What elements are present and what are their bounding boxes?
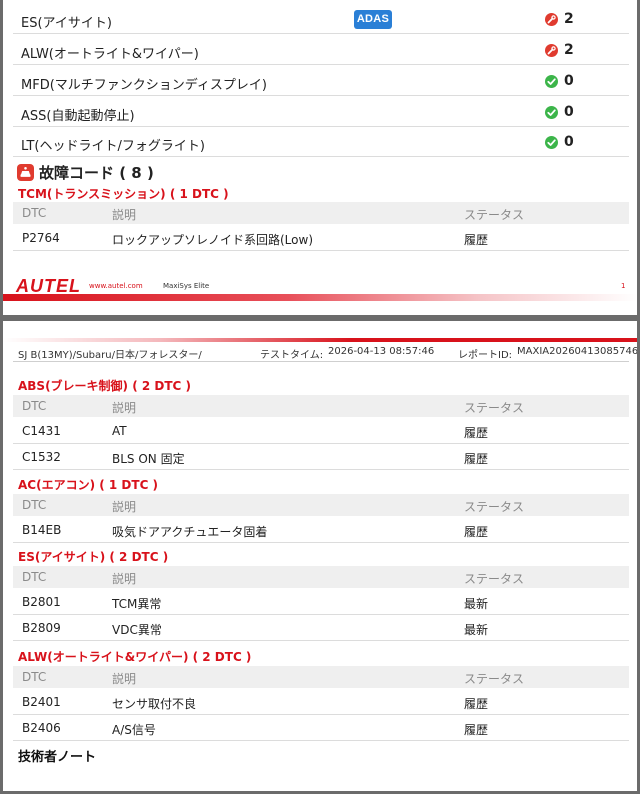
footer-model: MaxiSys Elite [163,282,210,290]
wrench-icon [545,13,558,26]
footer-band [3,294,637,301]
dtc-count: 2 [564,42,574,58]
dtc-code: B2406 [22,721,61,735]
dtc-description: VDC異常 [112,623,162,637]
dtc-code: P2764 [22,231,60,245]
dtc-count: 0 [564,73,574,89]
test-time-label: テストタイム: [260,350,324,361]
group-title-es: ES(アイサイト) ( 2 DTC ) [18,550,169,564]
dtc-code: C1532 [22,450,61,464]
dtc-description: TCM異常 [112,597,162,611]
col-description: 説明 [112,401,137,415]
col-status: ステータス [464,572,525,586]
report-id-label: レポートID: [458,350,513,361]
adas-badge: ADAS [354,10,392,29]
system-row-ass: ASS(自動起動停止) 0 [13,97,629,127]
system-name: MFD(マルチファンクションディスプレイ) [21,78,267,93]
check-icon [545,75,558,88]
wrench-icon [545,44,558,57]
table-row: P2764 ロックアップソレノイド系回路(Low) 履歴 [13,225,629,251]
col-dtc: DTC [22,570,47,584]
table-row: B2801 TCM異常 最新 [13,589,629,615]
technician-notes-title: 技術者ノート [18,750,97,765]
group-title-alw: ALW(オートライト&ワイパー) ( 2 DTC ) [18,650,252,664]
dtc-status: 履歴 [464,697,489,711]
vehicle-info: SJ B(13MY)/Subaru/日本/フォレスター/ [18,350,202,361]
dtc-status: 履歴 [464,233,489,247]
car-alert-icon [17,164,34,181]
col-status: ステータス [464,208,525,222]
dtc-code: B14EB [22,523,62,537]
col-status: ステータス [464,672,525,686]
system-row-alw: ALW(オートライト&ワイパー) 2 [13,35,629,65]
dtc-description: AT [112,424,127,438]
test-time: 2026-04-13 08:57:46 [328,346,435,357]
table-row: B2809 VDC異常 最新 [13,615,629,641]
fault-codes-heading: 故障コード ( 8 ) [17,162,154,182]
col-status: ステータス [464,500,525,514]
table-row: B2406 A/S信号 履歴 [13,715,629,741]
dtc-count: 0 [564,104,574,120]
col-dtc: DTC [22,670,47,684]
dtc-status: 履歴 [464,723,489,737]
system-row-lt: LT(ヘッドライト/フォグライト) 0 [13,127,629,157]
col-status: ステータス [464,401,525,415]
table-header: DTC 説明 ステータス [13,202,629,224]
dtc-description: BLS ON 固定 [112,452,185,466]
col-description: 説明 [112,672,137,686]
table-row: C1431 AT 履歴 [13,418,629,444]
page-number: 1 [621,282,626,290]
dtc-status: 最新 [464,597,489,611]
col-dtc: DTC [22,498,47,512]
dtc-description: センサ取付不良 [112,697,197,711]
col-description: 説明 [112,500,137,514]
dtc-description: 吸気ドアアクチュエータ固着 [112,525,268,539]
check-icon [545,136,558,149]
dtc-count: 2 [564,11,574,27]
dtc-code: B2401 [22,695,61,709]
fault-codes-title: 故障コード ( 8 ) [39,164,154,182]
col-dtc: DTC [22,206,47,220]
footer-url: www.autel.com [89,282,143,290]
dtc-code: C1431 [22,424,61,438]
system-name: ES(アイサイト) [21,16,112,31]
system-name: ASS(自動起動停止) [21,109,135,124]
report-id: MAXIA20260413085746 [517,346,637,357]
check-icon [545,106,558,119]
dtc-code: B2801 [22,595,61,609]
col-description: 説明 [112,208,137,222]
table-row: B2401 センサ取付不良 履歴 [13,689,629,715]
header-divider [13,361,629,362]
dtc-count: 0 [564,134,574,150]
table-row: C1532 BLS ON 固定 履歴 [13,444,629,470]
table-header: DTC 説明 ステータス [13,494,629,516]
dtc-status: 履歴 [464,452,489,466]
group-title-ac: AC(エアコン) ( 1 DTC ) [18,478,159,492]
col-description: 説明 [112,572,137,586]
group-title-abs: ABS(ブレーキ制御) ( 2 DTC ) [18,379,192,393]
dtc-status: 履歴 [464,426,489,440]
report-page-2: SJ B(13MY)/Subaru/日本/フォレスター/ テストタイム: 202… [3,321,637,791]
table-row: B14EB 吸気ドアアクチュエータ固着 履歴 [13,517,629,543]
system-row-es: ES(アイサイト) ADAS 2 [13,4,629,34]
table-header: DTC 説明 ステータス [13,395,629,417]
group-title-tcm: TCM(トランスミッション) ( 1 DTC ) [18,187,229,201]
dtc-description: A/S信号 [112,723,156,737]
table-header: DTC 説明 ステータス [13,566,629,588]
dtc-status: 最新 [464,623,489,637]
dtc-code: B2809 [22,621,61,635]
system-row-mfd: MFD(マルチファンクションディスプレイ) 0 [13,66,629,96]
system-name: ALW(オートライト&ワイパー) [21,47,199,62]
col-dtc: DTC [22,399,47,413]
report-page-1: ES(アイサイト) ADAS 2 ALW(オートライト&ワイパー) 2 MFD(… [3,0,637,315]
table-header: DTC 説明 ステータス [13,666,629,688]
dtc-description: ロックアップソレノイド系回路(Low) [112,233,313,247]
system-name: LT(ヘッドライト/フォグライト) [21,139,205,154]
dtc-status: 履歴 [464,525,489,539]
header-band [3,338,637,342]
